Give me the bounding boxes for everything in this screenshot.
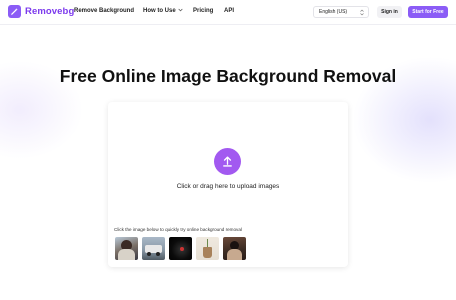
sample-hint: Click the image below to quickly try onl… bbox=[114, 227, 242, 232]
nav-how-to-use[interactable]: How to Use bbox=[143, 8, 183, 14]
nav-remove-background[interactable]: Remove Background bbox=[74, 8, 134, 14]
brand-name: Removebg bbox=[25, 6, 75, 17]
chevron-down-icon bbox=[178, 8, 183, 14]
upload-instruction: Click or drag here to upload images bbox=[176, 183, 280, 190]
sample-image-3[interactable] bbox=[169, 237, 192, 260]
nav-api[interactable]: API bbox=[224, 8, 234, 14]
updown-arrows-icon bbox=[360, 9, 364, 17]
upload-card[interactable]: Click or drag here to upload images Clic… bbox=[108, 102, 348, 267]
sample-images bbox=[115, 237, 246, 260]
nav-pricing[interactable]: Pricing bbox=[193, 8, 213, 14]
sample-image-1[interactable] bbox=[115, 237, 138, 260]
top-navbar: Removebg Remove Background How to Use Pr… bbox=[0, 0, 456, 25]
upload-arrow-icon bbox=[223, 156, 232, 167]
sample-image-4[interactable] bbox=[196, 237, 219, 260]
sample-image-2[interactable] bbox=[142, 237, 165, 260]
language-select-value: English (US) bbox=[319, 9, 348, 15]
upload-button[interactable] bbox=[214, 148, 241, 175]
brand-logo[interactable]: Removebg bbox=[8, 5, 74, 18]
sign-in-button[interactable]: Sign in bbox=[377, 6, 402, 18]
page-title: Free Online Image Background Removal bbox=[59, 66, 397, 86]
nav-how-to-use-label: How to Use bbox=[143, 8, 176, 14]
language-select[interactable]: English (US) bbox=[313, 6, 369, 18]
logo-icon bbox=[8, 5, 21, 18]
start-for-free-button[interactable]: Start for Free bbox=[408, 6, 448, 18]
sample-image-5[interactable] bbox=[223, 237, 246, 260]
